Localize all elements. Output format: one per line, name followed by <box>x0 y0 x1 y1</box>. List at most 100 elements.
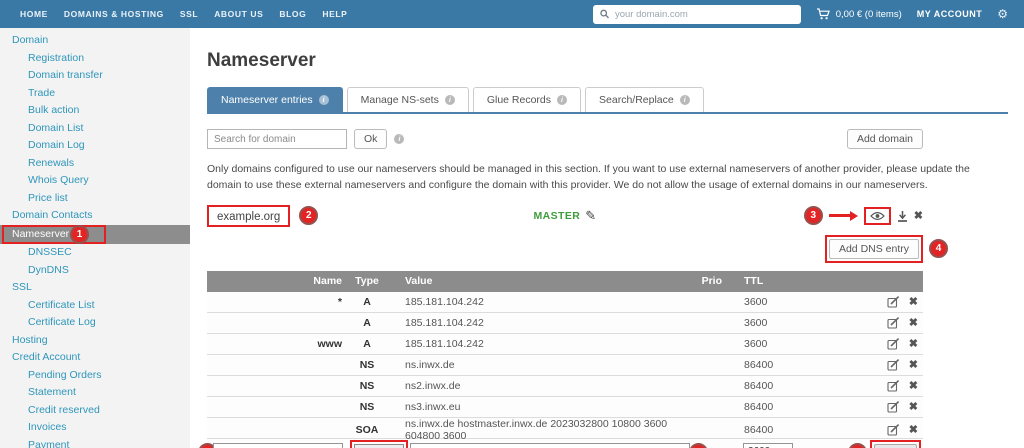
table-row: SOAns.inwx.de hostmaster.inwx.de 2023032… <box>207 418 923 439</box>
sidebar-item-nameserver[interactable]: Nameserver1 <box>0 225 190 245</box>
sidebar-item-payment[interactable]: Payment <box>0 437 190 448</box>
sidebar-item-trade[interactable]: Trade <box>0 85 190 103</box>
sidebar-item-credit-reserved[interactable]: Credit reserved <box>0 402 190 420</box>
delete-record-icon[interactable]: ✖ <box>909 295 918 308</box>
nav-item-ssl[interactable]: SSL <box>180 9 198 19</box>
edit-record-icon[interactable] <box>887 296 900 308</box>
edit-record-icon[interactable] <box>887 338 900 350</box>
edit-record-icon[interactable] <box>887 380 900 392</box>
domain-search-input[interactable] <box>615 9 794 20</box>
sidebar-item-certificate-log[interactable]: Certificate Log <box>0 314 190 332</box>
cell-ttl: 86400 <box>722 401 847 413</box>
add-domain-button[interactable]: Add domain <box>847 129 923 149</box>
delete-record-icon[interactable]: ✖ <box>909 423 918 436</box>
sidebar-item-dyndns[interactable]: DynDNS <box>0 262 190 280</box>
new-record-edit-row: 7 TXT ▾ 5 6 8 Save ✖ <box>207 439 923 448</box>
search-domain-input[interactable] <box>207 129 347 149</box>
new-record-value-input[interactable] <box>410 443 690 448</box>
sidebar-item-domain-transfer[interactable]: Domain transfer <box>0 67 190 85</box>
cart-button[interactable]: 0,00 € (0 items) <box>816 8 902 20</box>
nav-item-help[interactable]: HELP <box>322 9 347 19</box>
annotation-circle-3: 3 <box>804 206 823 225</box>
sidebar-item-domain-contacts[interactable]: Domain Contacts <box>0 207 190 225</box>
edit-zone-icon[interactable]: ✎ <box>585 208 596 224</box>
table-row: *A185.181.104.2423600✖ <box>207 292 923 313</box>
sidebar-item-domain[interactable]: Domain <box>0 32 190 50</box>
save-button[interactable]: Save <box>874 444 917 448</box>
nav-item-blog[interactable]: BLOG <box>279 9 306 19</box>
nav-item-about-us[interactable]: ABOUT US <box>214 9 263 19</box>
annotation-circle-6: 6 <box>689 443 708 448</box>
edit-record-icon[interactable] <box>887 401 900 413</box>
sidebar-item-hosting[interactable]: Hosting <box>0 332 190 350</box>
delete-record-icon[interactable]: ✖ <box>909 400 918 413</box>
info-icon[interactable]: i <box>680 95 690 105</box>
sidebar-item-ssl[interactable]: SSL <box>0 279 190 297</box>
add-dns-row: Add DNS entry 4 <box>207 235 923 263</box>
sidebar-item-credit-account[interactable]: Credit Account <box>0 349 190 367</box>
domain-search-box[interactable] <box>593 5 801 24</box>
view-records-eye-icon[interactable] <box>870 211 885 221</box>
info-icon[interactable]: i <box>319 95 329 105</box>
header-value: Value <box>392 275 692 287</box>
cell-type: A <box>342 296 392 308</box>
sidebar-item-renewals[interactable]: Renewals <box>0 155 190 173</box>
tab-glue-records[interactable]: Glue Recordsi <box>473 87 581 112</box>
cell-ttl: 86400 <box>722 359 847 371</box>
nav-item-home[interactable]: HOME <box>20 9 48 19</box>
record-type-select[interactable]: TXT ▾ <box>354 444 404 448</box>
cell-value: 185.181.104.242 <box>392 296 692 308</box>
dns-records-table: Name Type Value Prio TTL *A185.181.104.2… <box>207 271 923 448</box>
info-icon[interactable]: i <box>445 95 455 105</box>
cell-type: NS <box>342 401 392 413</box>
sidebar-item-invoices[interactable]: Invoices <box>0 419 190 437</box>
sidebar-item-whois-query[interactable]: Whois Query <box>0 172 190 190</box>
nav-item-domains-hosting[interactable]: DOMAINS & HOSTING <box>64 9 164 19</box>
tab-manage-ns-sets[interactable]: Manage NS-setsi <box>347 87 469 112</box>
cell-ttl: 3600 <box>722 296 847 308</box>
ok-button[interactable]: Ok <box>354 129 387 149</box>
new-record-name-input[interactable] <box>213 443 343 448</box>
export-download-icon[interactable] <box>897 210 908 222</box>
my-account-button[interactable]: MY ACCOUNT <box>917 9 983 19</box>
section-description: Only domains configured to use our names… <box>207 162 1005 194</box>
annotation-circle-8: 8 <box>848 443 867 448</box>
cell-ttl: 3600 <box>722 338 847 350</box>
cell-type: A <box>342 317 392 329</box>
sidebar-item-statement[interactable]: Statement <box>0 384 190 402</box>
zone-role-badge: MASTER ✎ <box>533 208 596 224</box>
cell-ttl: 3600 <box>722 317 847 329</box>
sidebar-item-bulk-action[interactable]: Bulk action <box>0 102 190 120</box>
sidebar-item-domain-log[interactable]: Domain Log <box>0 137 190 155</box>
annotation-box-3 <box>864 207 891 225</box>
delete-record-icon[interactable]: ✖ <box>909 358 918 371</box>
top-nav: HOME DOMAINS & HOSTING SSL ABOUT US BLOG HELP <box>20 9 347 19</box>
sidebar-item-dnssec[interactable]: DNSSEC <box>0 244 190 262</box>
tab-search-replace[interactable]: Search/Replacei <box>585 87 704 112</box>
sidebar-item-domain-list[interactable]: Domain List <box>0 120 190 138</box>
info-icon[interactable]: i <box>557 95 567 105</box>
tab-nameserver-entries[interactable]: Nameserver entriesi <box>207 87 343 112</box>
sidebar-item-certificate-list[interactable]: Certificate List <box>0 297 190 315</box>
add-dns-entry-button[interactable]: Add DNS entry <box>829 239 919 259</box>
cart-total: 0,00 € (0 items) <box>836 9 902 20</box>
new-record-ttl-input[interactable] <box>743 443 793 448</box>
domain-name[interactable]: example.org <box>209 209 288 225</box>
cell-value: 185.181.104.242 <box>392 338 692 350</box>
edit-record-icon[interactable] <box>887 359 900 371</box>
sidebar-item-pending-orders[interactable]: Pending Orders <box>0 367 190 385</box>
info-icon[interactable]: i <box>394 134 404 144</box>
edit-record-icon[interactable] <box>887 317 900 329</box>
sidebar-item-price-list[interactable]: Price list <box>0 190 190 208</box>
cell-value: 185.181.104.242 <box>392 317 692 329</box>
delete-record-icon[interactable]: ✖ <box>909 379 918 392</box>
domain-row: example.org 2 MASTER ✎ 3 <box>207 203 923 229</box>
delete-record-icon[interactable]: ✖ <box>909 337 918 350</box>
close-domain-icon[interactable]: ✖ <box>914 209 923 222</box>
edit-record-icon[interactable] <box>887 424 900 436</box>
cell-type: A <box>342 338 392 350</box>
sidebar-item-registration[interactable]: Registration <box>0 50 190 68</box>
delete-record-icon[interactable]: ✖ <box>909 316 918 329</box>
gear-icon[interactable]: ⚙ <box>997 8 1008 20</box>
table-row: NSns3.inwx.eu86400✖ <box>207 397 923 418</box>
